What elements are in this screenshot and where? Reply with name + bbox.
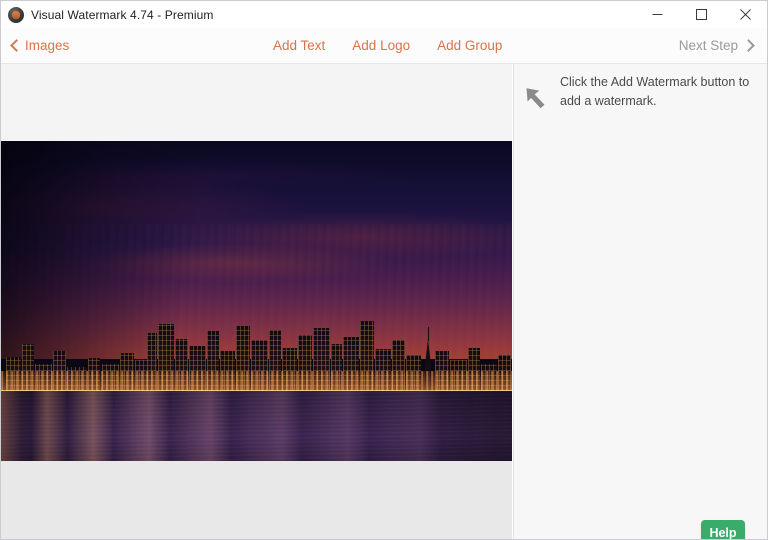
- close-button[interactable]: [723, 1, 767, 28]
- add-text-button[interactable]: Add Text: [273, 38, 325, 53]
- image-canvas-pane[interactable]: [1, 63, 512, 539]
- maximize-button[interactable]: [679, 1, 723, 28]
- chevron-left-icon: [10, 39, 23, 52]
- skyline-photo: [1, 141, 512, 461]
- minimize-button[interactable]: [635, 1, 679, 28]
- window-controls: [635, 1, 767, 28]
- preview-image[interactable]: [1, 141, 512, 461]
- add-logo-button[interactable]: Add Logo: [352, 38, 410, 53]
- close-icon: [739, 9, 751, 20]
- back-to-images-label: Images: [25, 38, 70, 53]
- canvas-top-fill: [1, 63, 512, 141]
- watermark-panel: Click the Add Watermark button to add a …: [513, 63, 767, 539]
- back-to-images-button[interactable]: Images: [10, 28, 70, 63]
- toolbar-actions: Add Text Add Logo Add Group: [273, 28, 502, 63]
- add-group-button[interactable]: Add Group: [437, 38, 502, 53]
- add-watermark-hint-text: Click the Add Watermark button to add a …: [560, 75, 750, 108]
- app-window: Visual Watermark 4.74 - Premium Images A…: [0, 0, 768, 540]
- padlock-app-icon: [8, 6, 24, 23]
- photo-water-vignette: [1, 390, 512, 461]
- chevron-right-icon: [742, 39, 755, 52]
- help-button[interactable]: Help: [701, 520, 745, 539]
- maximize-icon: [695, 9, 707, 20]
- window-title: Visual Watermark 4.74 - Premium: [31, 7, 214, 22]
- next-step-label: Next Step: [678, 38, 738, 53]
- next-step-button[interactable]: Next Step: [678, 28, 755, 63]
- toolbar: Images Add Text Add Logo Add Group Next …: [1, 28, 767, 64]
- add-watermark-hint: Click the Add Watermark button to add a …: [514, 71, 767, 111]
- title-bar: Visual Watermark 4.74 - Premium: [1, 1, 767, 28]
- minimize-icon: [652, 14, 662, 15]
- arrow-up-left-icon: [514, 71, 560, 111]
